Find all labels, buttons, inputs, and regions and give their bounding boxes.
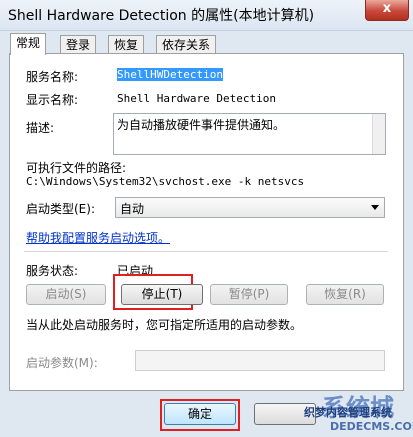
description-scrollbar[interactable] [372, 114, 385, 154]
exe-path-value: C:\Windows\System32\svchost.exe -k netsv… [26, 175, 305, 188]
description-label: 描述: [26, 121, 55, 135]
display-name-label: 显示名称: [26, 93, 79, 107]
service-name-value[interactable]: ShellHWDetection [117, 68, 223, 81]
service-name-label: 服务名称: [26, 70, 79, 84]
start-params-label: 启动参数(M): [26, 356, 98, 370]
description-text: 为自动播放硬件事件提供通知。 [117, 118, 286, 132]
description-textarea[interactable]: 为自动播放硬件事件提供通知。 [113, 113, 386, 155]
hint-text: 当从此处启动服务时，您可指定所适用的启动参数。 [26, 318, 303, 332]
close-button[interactable]: x [365, 0, 409, 21]
exe-path-label: 可执行文件的路径: [26, 161, 127, 175]
divider [24, 251, 388, 252]
tab-logon[interactable]: 登录 [60, 35, 97, 54]
status-label: 服务状态: [26, 264, 79, 278]
display-name-value[interactable]: Shell Hardware Detection [117, 92, 276, 105]
tab-recovery[interactable]: 恢复 [108, 35, 145, 54]
chevron-down-icon [371, 205, 379, 210]
window-title: Shell Hardware Detection 的属性(本地计算机) [8, 8, 315, 24]
startup-type-label: 启动类型(E): [26, 202, 95, 216]
stop-button[interactable]: 停止(T) [121, 284, 203, 305]
start-button[interactable]: 启动(S) [26, 284, 106, 305]
help-link[interactable]: 帮助我配置服务启动选项。 [26, 229, 170, 246]
ok-button[interactable]: 确定 [164, 403, 236, 425]
close-icon: x [382, 1, 392, 16]
resume-button[interactable]: 恢复(R) [306, 284, 384, 305]
pause-button[interactable]: 暂停(P) [210, 284, 288, 305]
startup-type-dropdown[interactable]: 自动 [115, 197, 385, 218]
watermark-text: 织梦内容管理系统 [304, 406, 392, 419]
start-params-input[interactable] [135, 350, 385, 371]
general-panel: 服务名称: ShellHWDetection 显示名称: Shell Hardw… [9, 53, 404, 391]
watermark-url: DEDECMS.COM [330, 420, 413, 433]
startup-type-value: 自动 [120, 202, 145, 216]
tab-dependencies[interactable]: 依存关系 [156, 35, 217, 54]
tab-general[interactable]: 常规 [10, 33, 47, 55]
